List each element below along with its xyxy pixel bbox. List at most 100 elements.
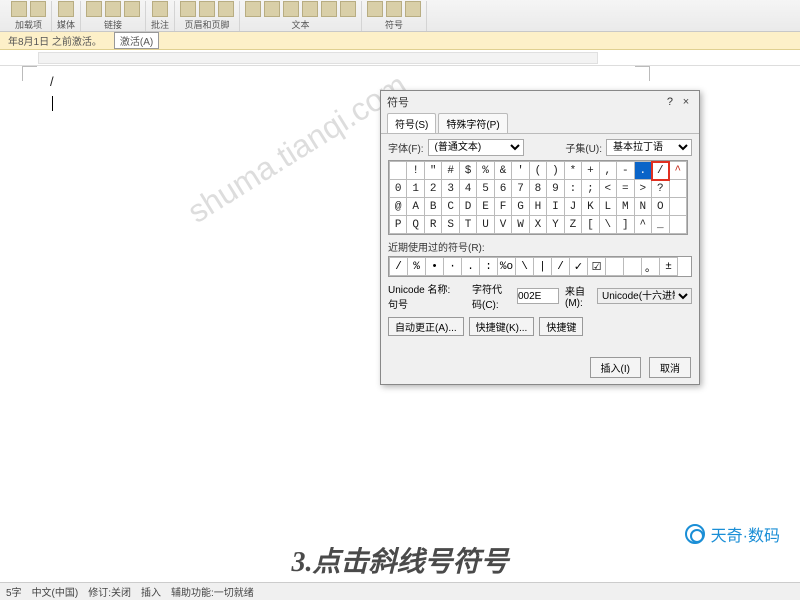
ribbon-icon[interactable] <box>367 1 383 17</box>
symbol-cell[interactable]: 2 <box>424 180 441 198</box>
ribbon-icon[interactable] <box>218 1 234 17</box>
symbol-cell[interactable]: / <box>652 162 669 180</box>
ribbon-icon[interactable] <box>199 1 215 17</box>
symbol-cell[interactable]: 5 <box>477 180 494 198</box>
ribbon-icon[interactable] <box>245 1 261 17</box>
recent-symbol-cell[interactable]: . <box>462 258 480 276</box>
symbol-cell[interactable]: " <box>424 162 441 180</box>
subset-select[interactable]: 基本拉丁语 <box>606 139 692 156</box>
close-icon[interactable]: × <box>679 95 693 109</box>
symbol-cell[interactable]: C <box>442 198 459 216</box>
tab-symbols[interactable]: 符号(S) <box>387 113 436 133</box>
symbol-cell[interactable]: * <box>564 162 581 180</box>
symbol-cell[interactable]: 3 <box>442 180 459 198</box>
recent-symbol-cell[interactable]: · <box>444 258 462 276</box>
ribbon-icon[interactable] <box>340 1 356 17</box>
symbol-cell[interactable]: : <box>564 180 581 198</box>
symbol-cell[interactable]: = <box>617 180 634 198</box>
symbol-cell[interactable]: G <box>512 198 529 216</box>
symbol-cell[interactable]: 1 <box>407 180 424 198</box>
ribbon-icon[interactable] <box>105 1 121 17</box>
shortcut-button[interactable]: 快捷键 <box>539 317 583 336</box>
ribbon-icon[interactable] <box>124 1 140 17</box>
symbol-cell[interactable]: 8 <box>529 180 546 198</box>
symbol-cell[interactable]: V <box>494 216 511 234</box>
symbol-cell[interactable] <box>669 180 687 198</box>
symbol-cell[interactable]: L <box>599 198 616 216</box>
symbol-cell[interactable] <box>669 198 687 216</box>
symbol-cell[interactable]: J <box>564 198 581 216</box>
autocorrect-button[interactable]: 自动更正(A)... <box>388 317 464 336</box>
ribbon-icon[interactable] <box>283 1 299 17</box>
symbol-cell[interactable]: I <box>547 198 564 216</box>
symbol-cell[interactable]: ; <box>582 180 599 198</box>
status-item[interactable]: 修订:关闭 <box>88 584 131 599</box>
symbol-cell[interactable]: ' <box>512 162 529 180</box>
charcode-input[interactable] <box>517 288 559 304</box>
symbol-cell[interactable] <box>390 162 407 180</box>
ribbon-icon[interactable] <box>30 1 46 17</box>
symbol-cell[interactable]: Y <box>547 216 564 234</box>
recent-symbol-cell[interactable]: 。 <box>642 258 660 276</box>
insert-button[interactable]: 插入(I) <box>590 357 641 378</box>
symbol-cell[interactable]: > <box>634 180 651 198</box>
recent-symbol-cell[interactable]: %o <box>498 258 516 276</box>
symbol-cell[interactable]: - <box>617 162 634 180</box>
recent-symbol-cell[interactable]: ☑ <box>588 258 606 276</box>
symbol-cell[interactable]: 7 <box>512 180 529 198</box>
recent-symbol-cell[interactable]: / <box>390 258 408 276</box>
help-icon[interactable]: ? <box>667 96 673 108</box>
recent-symbol-cell[interactable] <box>606 258 624 276</box>
symbol-cell[interactable]: K <box>582 198 599 216</box>
from-select[interactable]: Unicode(十六进制) <box>597 288 692 304</box>
symbol-cell[interactable]: T <box>459 216 476 234</box>
status-item[interactable]: 辅助功能:一切就绪 <box>171 584 254 599</box>
symbol-cell[interactable]: @ <box>390 198 407 216</box>
ribbon-icon[interactable] <box>302 1 318 17</box>
recent-symbol-cell[interactable]: | <box>534 258 552 276</box>
symbol-cell[interactable]: S <box>442 216 459 234</box>
symbol-cell[interactable]: ) <box>547 162 564 180</box>
symbol-cell[interactable]: ^ <box>634 216 651 234</box>
symbol-cell[interactable]: U <box>477 216 494 234</box>
symbol-cell[interactable]: . <box>634 162 651 180</box>
symbol-cell[interactable]: ? <box>652 180 669 198</box>
symbol-cell[interactable]: % <box>477 162 494 180</box>
symbol-cell[interactable]: ] <box>617 216 634 234</box>
ribbon-icon[interactable] <box>152 1 168 17</box>
ribbon-icon[interactable] <box>264 1 280 17</box>
symbol-cell[interactable]: ! <box>407 162 424 180</box>
symbol-cell[interactable]: N <box>634 198 651 216</box>
symbol-cell[interactable]: O <box>652 198 669 216</box>
symbol-cell[interactable]: R <box>424 216 441 234</box>
symbol-cell[interactable]: E <box>477 198 494 216</box>
ribbon-icon[interactable] <box>321 1 337 17</box>
symbol-cell[interactable]: [ <box>582 216 599 234</box>
recent-symbol-cell[interactable]: ✓ <box>570 258 588 276</box>
symbol-cell[interactable]: Q <box>407 216 424 234</box>
ribbon-icon[interactable] <box>180 1 196 17</box>
recent-symbol-cell[interactable]: : <box>480 258 498 276</box>
symbol-cell[interactable]: # <box>442 162 459 180</box>
symbol-cell[interactable]: X <box>529 216 546 234</box>
symbol-cell[interactable]: A <box>407 198 424 216</box>
recent-grid[interactable]: /%•·.:%o\|/✓☑ 。± <box>388 256 692 277</box>
ribbon-icon[interactable] <box>386 1 402 17</box>
symbol-cell[interactable]: M <box>617 198 634 216</box>
symbol-cell[interactable]: 0 <box>390 180 407 198</box>
symbol-cell[interactable]: H <box>529 198 546 216</box>
status-item[interactable]: 中文(中国) <box>32 584 79 599</box>
symbol-cell[interactable]: $ <box>459 162 476 180</box>
symbol-cell[interactable] <box>669 216 687 234</box>
recent-symbol-cell[interactable]: % <box>408 258 426 276</box>
symbol-cell[interactable]: ( <box>529 162 546 180</box>
status-item[interactable]: 插入 <box>141 584 161 599</box>
recent-symbol-cell[interactable]: \ <box>516 258 534 276</box>
symbol-grid[interactable]: !"#$%&'()*+,-./^0123456789:;<=>? @ABCDEF… <box>388 160 688 235</box>
symbol-cell[interactable]: 9 <box>547 180 564 198</box>
ribbon-icon[interactable] <box>405 1 421 17</box>
symbol-cell[interactable]: & <box>494 162 511 180</box>
symbol-cell[interactable]: , <box>599 162 616 180</box>
recent-symbol-cell[interactable] <box>624 258 642 276</box>
symbol-cell[interactable]: B <box>424 198 441 216</box>
